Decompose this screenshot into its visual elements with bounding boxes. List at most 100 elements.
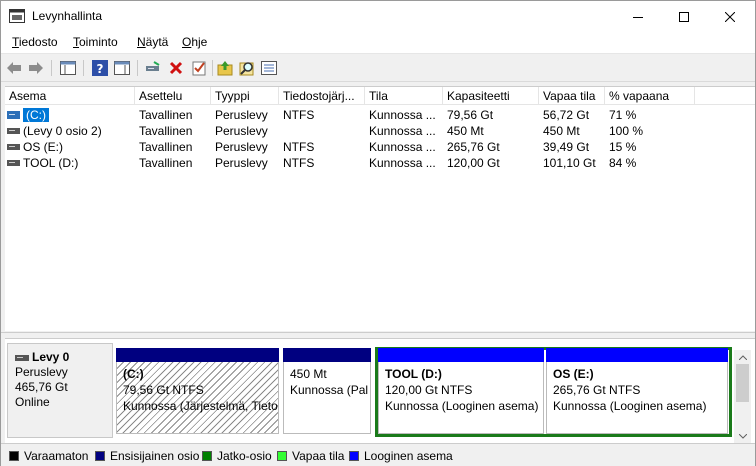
menu-file[interactable]: Tiedosto xyxy=(12,35,58,49)
legend-swatch xyxy=(202,451,212,461)
volume-type: Peruslevy xyxy=(215,155,268,171)
volume-status-text: Kunnossa ... xyxy=(369,124,436,138)
partition-size: 120,00 Gt NTFS xyxy=(385,383,473,397)
volume-list: Asema Asettelu Tyyppi Tiedostojärj... Ti… xyxy=(5,86,755,331)
drive-icon xyxy=(7,128,20,134)
volume-filesystem-text: NTFS xyxy=(283,140,315,154)
table-row[interactable]: (Levy 0 osio 2) Tavallinen Peruslevy Kunnos… xyxy=(5,123,755,139)
partition-size: 79,56 Gt NTFS xyxy=(123,383,204,397)
volume-type: Peruslevy xyxy=(215,139,268,155)
close-icon xyxy=(725,11,735,22)
toolbar: ? xyxy=(1,55,755,82)
disk-state: Online xyxy=(15,395,50,409)
volume-type-text: Peruslevy xyxy=(215,140,268,154)
partition-size: 265,76 Gt NTFS xyxy=(553,383,641,397)
check-properties-button[interactable] xyxy=(190,59,208,77)
search-button[interactable] xyxy=(238,59,256,77)
volume-filesystem: NTFS xyxy=(283,139,314,155)
menu-action[interactable]: Toiminto xyxy=(73,35,118,49)
column-header-filesystem[interactable]: Tiedostojärj... xyxy=(279,87,365,105)
toolbar-separator xyxy=(51,60,52,76)
disk-size: 465,76 Gt xyxy=(15,380,68,394)
partition-name: OS (E:) xyxy=(553,367,594,381)
delete-button[interactable] xyxy=(167,59,185,77)
search-icon xyxy=(239,62,254,76)
volume-layout: Tavallinen xyxy=(139,155,192,171)
disk-name: Levy 0 xyxy=(32,350,70,364)
maximize-icon xyxy=(679,11,689,22)
volume-percent-free-text: 15 % xyxy=(609,140,637,154)
legend-swatch xyxy=(277,451,287,461)
column-header-status[interactable]: Tila xyxy=(365,87,443,105)
chevron-down-icon xyxy=(738,433,747,439)
table-row[interactable]: TOOL (D:) Tavallinen Peruslevy NTFS Kunnossa… xyxy=(5,155,755,171)
scroll-down-button[interactable] xyxy=(734,429,751,443)
volume-free-space-text: 56,72 Gt xyxy=(543,108,590,122)
volume-type-text: Peruslevy xyxy=(215,156,268,170)
menu-view[interactable]: Näytä xyxy=(137,35,168,49)
view-icon xyxy=(261,61,277,75)
legend-label: Jatko-osio xyxy=(217,449,272,463)
volume-filesystem-text: NTFS xyxy=(283,108,315,122)
volume-status: Kunnossa ... xyxy=(369,139,436,155)
partition-2[interactable]: 450 Mt Kunnossa (Pal xyxy=(283,348,371,434)
view-button[interactable] xyxy=(260,59,278,77)
partition-c[interactable]: (C:) 79,56 Gt NTFS Kunnossa (Järjestelmä… xyxy=(116,348,279,434)
volume-filesystem-text: NTFS xyxy=(283,156,315,170)
help-button[interactable]: ? xyxy=(91,59,109,77)
legend-swatch xyxy=(95,451,105,461)
partition-2-bar xyxy=(283,348,371,362)
disk-0-label[interactable]: Levy 0 Peruslevy 465,76 Gt Online xyxy=(7,343,113,438)
volume-free-space: 101,10 Gt xyxy=(543,155,596,171)
column-header-volume[interactable]: Asema xyxy=(5,87,135,105)
menu-bar: Tiedosto Toiminto Näytä Ohje xyxy=(1,32,755,54)
column-header-percent-free[interactable]: % vapaana xyxy=(605,87,695,105)
forward-button[interactable] xyxy=(27,59,45,77)
back-button[interactable] xyxy=(5,59,23,77)
window-title: Levynhallinta xyxy=(32,9,103,23)
open-folder-button[interactable] xyxy=(216,59,234,77)
partition-d[interactable]: TOOL (D:) 120,00 Gt NTFS Kunnossa (Loogi… xyxy=(378,348,544,434)
menu-help[interactable]: Ohje xyxy=(182,35,207,49)
partition-e[interactable]: OS (E:) 265,76 Gt NTFS Kunnossa (Loogine… xyxy=(546,348,728,434)
console-tree-button[interactable] xyxy=(59,59,77,77)
partition-name: (C:) xyxy=(123,367,144,381)
chevron-up-icon xyxy=(738,354,747,360)
column-header-free-space[interactable]: Vapaa tila xyxy=(539,87,605,105)
volume-capacity-text: 450 Mt xyxy=(447,124,484,138)
partition-d-bar xyxy=(378,348,544,362)
column-header-capacity[interactable]: Kapasiteetti xyxy=(443,87,539,105)
disk-icon xyxy=(15,354,29,361)
legend-extended-partition: Jatko-osio xyxy=(202,449,272,463)
volume-capacity: 265,76 Gt xyxy=(447,139,500,155)
partition-status: Kunnossa (Pal xyxy=(290,383,369,397)
volume-layout-text: Tavallinen xyxy=(139,140,193,154)
volume-status: Kunnossa ... xyxy=(369,155,436,171)
disk-map-scrollbar[interactable] xyxy=(734,350,751,443)
partition-size: 450 Mt xyxy=(290,367,327,381)
volume-percent-free: 15 % xyxy=(609,139,636,155)
volume-list-header: Asema Asettelu Tyyppi Tiedostojärj... Ti… xyxy=(5,87,755,105)
volume-capacity-text: 265,76 Gt xyxy=(447,140,500,154)
maximize-button[interactable] xyxy=(661,1,707,32)
close-button[interactable] xyxy=(707,1,753,32)
volume-free-space: 39,49 Gt xyxy=(543,139,589,155)
partition-status: Kunnossa (Looginen asema) xyxy=(553,399,707,413)
column-header-layout[interactable]: Asettelu xyxy=(135,87,211,105)
minimize-button[interactable] xyxy=(615,1,661,32)
check-properties-icon xyxy=(192,61,206,76)
legend-label: Vapaa tila xyxy=(292,449,345,463)
connect-drive-button[interactable] xyxy=(144,59,162,77)
table-row[interactable]: OS (E:) Tavallinen Peruslevy NTFS Kunnossa .… xyxy=(5,139,755,155)
volume-capacity: 79,56 Gt xyxy=(447,107,493,123)
table-row[interactable]: (C:) Tavallinen Peruslevy NTFS Kunnossa ... 7… xyxy=(5,107,755,123)
disk-management-icon xyxy=(9,9,25,23)
legend-label: Varaamaton xyxy=(24,449,89,463)
forward-arrow-icon xyxy=(29,62,43,74)
partition-c-bar xyxy=(116,348,279,362)
column-header-type[interactable]: Tyyppi xyxy=(211,87,279,105)
scrollbar-thumb[interactable] xyxy=(736,364,749,402)
toolbar-separator xyxy=(137,60,138,76)
scroll-up-button[interactable] xyxy=(734,350,751,364)
properties-pane-button[interactable] xyxy=(113,59,131,77)
